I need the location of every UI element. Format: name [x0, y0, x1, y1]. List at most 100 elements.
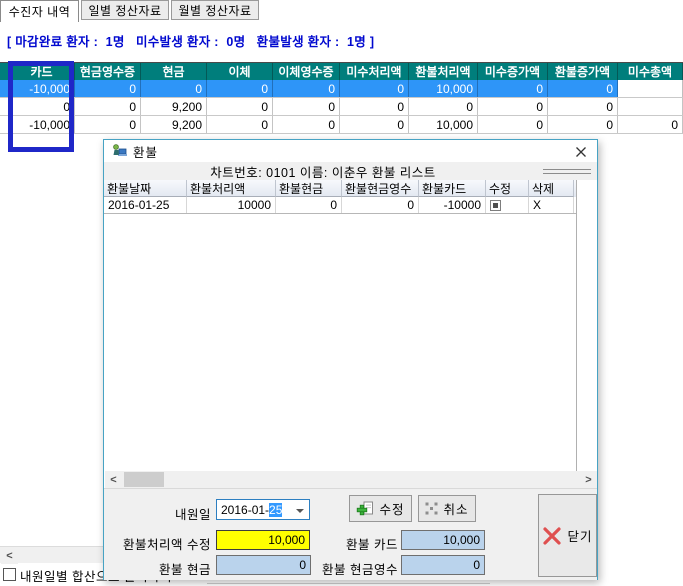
table-cell: 0	[273, 116, 340, 133]
tab-bar: 수진자 내역 일별 정산자료 월별 정산자료	[0, 0, 683, 23]
scroll-right-icon[interactable]: >	[580, 471, 597, 488]
tab-monthly-settlement[interactable]: 월별 정산자료	[171, 0, 259, 20]
table-cell: 0	[478, 80, 548, 97]
refund-grid-header-cell[interactable]: 삭제	[529, 180, 574, 197]
main-header-cell[interactable]: 이체영수증	[273, 63, 340, 80]
main-horizontal-scrollbar[interactable]: <	[0, 546, 112, 563]
table-cell: 0	[273, 80, 340, 97]
modify-button[interactable]: 수정	[349, 495, 412, 522]
cancel-button-label: 취소	[443, 499, 468, 518]
close-x-icon	[542, 526, 562, 546]
dialog-close-icon[interactable]	[572, 143, 590, 160]
close-button-label: 닫기	[567, 526, 592, 545]
table-cell: 10,000	[409, 116, 478, 133]
table-cell: 0	[141, 80, 207, 97]
table-cell: 0	[207, 80, 273, 97]
refund-grid-header-cell[interactable]: 환불카드	[419, 180, 486, 197]
delete-row-button[interactable]: X	[529, 197, 574, 213]
add-page-icon	[356, 501, 374, 517]
refund-grid-header-cell[interactable]: 환불처리액	[187, 180, 276, 197]
table-cell: 0	[618, 116, 683, 133]
chevron-down-icon	[296, 509, 304, 513]
close-button[interactable]: 닫기	[538, 494, 597, 577]
patient-status-summary: [ 마감완료 환자 : 1명 미수발생 환자 : 0명 환불발생 환자 : 1명…	[7, 31, 374, 50]
refund-amount-label: 환불처리액 수정	[112, 534, 211, 553]
table-cell	[0, 80, 9, 97]
main-header-cell[interactable]: 현금	[141, 63, 207, 80]
table-cell: 0	[409, 98, 478, 115]
visit-date-label: 내원일	[144, 504, 211, 523]
refund-cash-label: 환불 현금	[144, 559, 211, 578]
refund-grid-cell: 2016-01-25	[104, 197, 187, 213]
table-cell: 0	[340, 80, 409, 97]
refund-dialog-icon	[111, 143, 127, 159]
refund-cash-receipt-label: 환불 현금영수	[314, 559, 398, 578]
main-header-cell[interactable]: 미수총액	[618, 63, 683, 80]
table-cell	[618, 80, 683, 97]
refund-cash-input[interactable]: 0	[216, 555, 311, 575]
refund-grid-cell: -10000	[419, 197, 486, 213]
refund-grid-header-cell[interactable]: 환불현금	[276, 180, 342, 197]
refund-grid-scrollbar[interactable]: < >	[105, 471, 597, 488]
groupbox-border-line	[207, 583, 490, 584]
table-row[interactable]: 009,200000000	[0, 98, 683, 116]
table-cell: 0	[9, 98, 75, 115]
refund-cash-receipt-input[interactable]: 0	[401, 555, 485, 575]
main-header-cell[interactable]: 미수증가액	[478, 63, 548, 80]
table-cell: 0	[548, 98, 618, 115]
table-cell: 0	[548, 80, 618, 97]
refund-amount-input[interactable]: 10,000	[216, 530, 310, 550]
table-cell: 9,200	[141, 98, 207, 115]
table-cell: 0	[273, 98, 340, 115]
main-header-cell[interactable]: 환불증가액	[548, 63, 618, 80]
main-header-cell[interactable]: 카드	[9, 63, 75, 80]
table-cell: -10,000	[9, 80, 75, 97]
settlement-summary-table: 카드현금영수증현금이체이체영수증미수처리액환불처리액미수증가액환불증가액미수총액…	[0, 62, 683, 134]
refund-grid-header-cell[interactable]: 환불날짜	[104, 180, 187, 197]
table-cell	[618, 98, 683, 115]
refund-grid-header-cell[interactable]: 수정	[486, 180, 529, 197]
main-header-cell[interactable]	[0, 63, 9, 80]
scroll-left-icon[interactable]: <	[105, 471, 122, 488]
refund-grid-row[interactable]: 2016-01-251000000-10000X	[104, 197, 576, 214]
main-header-cell[interactable]: 이체	[207, 63, 273, 80]
scroll-left-icon[interactable]: <	[1, 547, 18, 564]
table-cell: 0	[207, 98, 273, 115]
scrollbar-thumb[interactable]	[124, 472, 164, 487]
refund-edit-form: 내원일 2016-01-25 수정 취소	[104, 488, 597, 580]
daily-sum-checkbox[interactable]	[3, 568, 16, 581]
splitter-handle[interactable]	[543, 169, 591, 174]
refund-grid-cell: 0	[342, 197, 419, 213]
refund-list-header: 차트번호: 0101 이름: 이춘우 환불 리스트	[104, 162, 597, 180]
table-cell: 0	[75, 80, 141, 97]
visit-date-value: 2016-01-	[221, 503, 269, 517]
table-cell: 0	[75, 116, 141, 133]
main-header-cell[interactable]: 미수처리액	[340, 63, 409, 80]
refund-card-input[interactable]: 10,000	[401, 530, 485, 550]
table-cell: 10,000	[409, 80, 478, 97]
refund-grid-cell: 0	[276, 197, 342, 213]
refund-grid-header: 환불날짜환불처리액환불현금환불현금영수환불카드수정삭제	[104, 180, 576, 197]
table-row[interactable]: -10,00009,20000010,000000	[0, 116, 683, 134]
table-cell	[0, 116, 9, 133]
refund-grid-cell: 10000	[187, 197, 276, 213]
table-row[interactable]: -10,0000000010,00000	[0, 80, 683, 98]
visit-date-dropdown[interactable]: 2016-01-25	[216, 499, 310, 520]
main-table-header: 카드현금영수증현금이체이체영수증미수처리액환불처리액미수증가액환불증가액미수총액	[0, 63, 683, 80]
refund-grid-header-cell[interactable]: 환불현금영수	[342, 180, 419, 197]
visit-date-selected-text: 25	[269, 503, 282, 517]
tab-patient-details[interactable]: 수진자 내역	[0, 0, 79, 22]
cancel-button[interactable]: 취소	[418, 495, 476, 522]
refund-dialog: 환불 차트번호: 0101 이름: 이춘우 환불 리스트 환불날짜환불처리액환불…	[103, 139, 598, 580]
table-cell: 0	[207, 116, 273, 133]
cancel-x-icon	[425, 502, 438, 515]
refund-grid: 환불날짜환불처리액환불현금환불현금영수환불카드수정삭제2016-01-25100…	[104, 180, 577, 471]
modify-row-icon[interactable]	[486, 197, 529, 213]
table-cell: 0	[548, 116, 618, 133]
refund-dialog-titlebar[interactable]: 환불	[104, 140, 597, 162]
main-header-cell[interactable]: 현금영수증	[75, 63, 141, 80]
main-header-cell[interactable]: 환불처리액	[409, 63, 478, 80]
table-cell: 0	[340, 98, 409, 115]
table-cell: 0	[75, 98, 141, 115]
tab-daily-settlement[interactable]: 일별 정산자료	[81, 0, 169, 20]
